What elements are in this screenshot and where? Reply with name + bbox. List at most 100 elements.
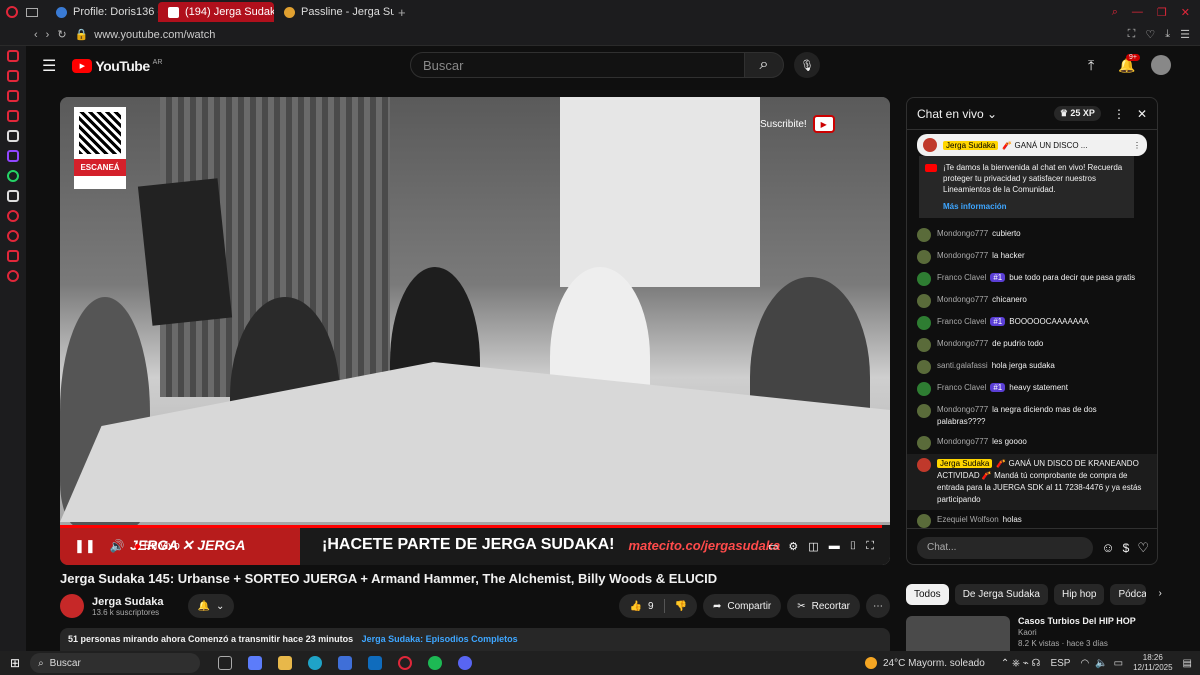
share-button[interactable]: ➦ Compartir bbox=[702, 594, 782, 618]
search-button[interactable]: ⌕ bbox=[744, 52, 784, 78]
xp-badge[interactable]: ♛ 25 XP bbox=[1053, 106, 1101, 121]
menu-icon[interactable]: ☰ bbox=[1180, 28, 1190, 41]
x-icon[interactable] bbox=[7, 190, 19, 202]
discord-icon[interactable] bbox=[458, 656, 473, 670]
avatar[interactable] bbox=[1151, 55, 1171, 75]
tab-youtube[interactable]: (194) Jerga Sudaka 1 bbox=[158, 2, 274, 22]
playlist-link[interactable]: Jerga Sudaka: Episodios Completos bbox=[362, 634, 518, 644]
close-window-icon[interactable]: ✕ bbox=[1181, 6, 1190, 19]
camera-icon[interactable]: ⛶ bbox=[1128, 28, 1136, 41]
player-icon[interactable] bbox=[7, 210, 19, 222]
chat-mode-select[interactable]: Chat en vivo ⌄ bbox=[917, 107, 997, 121]
whatsapp-icon[interactable] bbox=[7, 170, 19, 182]
cast-icon[interactable]: ⌷ bbox=[850, 540, 857, 553]
wifi-icon[interactable]: ◠ bbox=[1080, 658, 1089, 669]
channel-avatar[interactable] bbox=[60, 594, 84, 618]
live-indicator[interactable]: En vivo bbox=[134, 540, 180, 552]
windows-start-icon[interactable]: ⊞ bbox=[10, 656, 20, 670]
more-info-link[interactable]: Más información bbox=[943, 201, 1126, 212]
language-indicator[interactable]: ESP bbox=[1050, 658, 1070, 669]
tiktok-icon[interactable] bbox=[7, 130, 19, 142]
tab-switcher-icon[interactable] bbox=[26, 7, 38, 17]
notification-center-icon[interactable]: ▤ bbox=[1183, 658, 1192, 669]
channel-name[interactable]: Jerga Sudaka bbox=[92, 596, 164, 608]
subscribed-bell-button[interactable]: 🔔 ⌄ bbox=[187, 594, 235, 618]
file-explorer-icon[interactable] bbox=[278, 656, 293, 670]
chat-message[interactable]: Mondongo777 la negra diciendo mas de dos … bbox=[907, 400, 1157, 432]
back-icon[interactable]: ‹ bbox=[34, 29, 38, 41]
bookmark-icon[interactable]: ♡ bbox=[1145, 28, 1155, 41]
captions-icon[interactable]: ▭ bbox=[768, 540, 778, 553]
thumbs-down-icon[interactable]: 👎 bbox=[675, 601, 687, 612]
chat-author[interactable]: Jerga Sudaka bbox=[937, 459, 993, 468]
super-chat-icon[interactable]: $ bbox=[1123, 541, 1130, 555]
more-vert-icon[interactable]: ⋮ bbox=[1113, 107, 1125, 121]
emoji-icon[interactable]: ☺ bbox=[1101, 540, 1114, 555]
chat-author[interactable]: Mondongo777 bbox=[937, 339, 988, 348]
chip-all[interactable]: Todos bbox=[906, 584, 949, 605]
settings-icon[interactable] bbox=[7, 270, 19, 282]
history-icon[interactable] bbox=[7, 230, 19, 242]
store-icon[interactable] bbox=[338, 656, 353, 670]
chat-author[interactable]: Mondongo777 bbox=[937, 437, 988, 446]
minimize-icon[interactable]: — bbox=[1132, 6, 1143, 18]
chat-author[interactable]: Mondongo777 bbox=[937, 251, 988, 260]
chat-message[interactable]: Franco Clavel #1 heavy statement bbox=[907, 378, 1157, 400]
settings-gear-icon[interactable]: ⚙ bbox=[788, 540, 798, 553]
chip-hiphop[interactable]: Hip hop bbox=[1053, 584, 1105, 605]
pause-button[interactable]: ❚❚ bbox=[74, 538, 96, 554]
messenger-icon[interactable] bbox=[7, 90, 19, 102]
chip-channel[interactable]: De Jerga Sudaka bbox=[954, 584, 1048, 605]
hamburger-menu-icon[interactable]: ☰ bbox=[42, 56, 56, 76]
mail-icon[interactable] bbox=[7, 110, 19, 122]
tab-profile[interactable]: Profile: Doris136 - Rate Y bbox=[46, 2, 158, 22]
chat-author[interactable]: santi.galafassi bbox=[937, 361, 988, 370]
url-field[interactable]: www.youtube.com/watch bbox=[94, 29, 215, 41]
chat-author[interactable]: Mondongo777 bbox=[937, 405, 988, 414]
tab-passline[interactable]: Passline - Jerga Sudaka bbox=[274, 2, 394, 22]
tray-icons[interactable]: ⌃ ⎈ ⌁ ☊ bbox=[1001, 658, 1041, 669]
twitch-icon[interactable] bbox=[7, 150, 19, 162]
maximize-icon[interactable]: ❐ bbox=[1157, 6, 1167, 19]
weather-widget[interactable]: 24°C Mayorm. soleado bbox=[883, 658, 985, 669]
progress-bar[interactable] bbox=[60, 525, 882, 528]
chat-author[interactable]: Ezequiel Wolfson bbox=[937, 515, 999, 524]
chat-message[interactable]: Mondongo777 les goooo bbox=[907, 432, 1157, 454]
reload-icon[interactable]: ↻ bbox=[57, 28, 66, 41]
copilot-icon[interactable] bbox=[248, 656, 263, 670]
edge-icon[interactable] bbox=[308, 656, 323, 670]
pinboard-icon[interactable] bbox=[7, 250, 19, 262]
clip-button[interactable]: ✂ Recortar bbox=[787, 594, 860, 618]
spotify-icon[interactable] bbox=[428, 656, 443, 670]
speed-dial-icon[interactable] bbox=[7, 50, 19, 62]
chat-author[interactable]: Franco Clavel bbox=[937, 273, 986, 282]
youtube-logo[interactable]: ▶ YouTube AR bbox=[72, 58, 162, 74]
outlook-icon[interactable] bbox=[368, 656, 383, 670]
subscribe-overlay[interactable]: Suscribite! ▶ bbox=[760, 115, 835, 133]
taskbar-search[interactable]: ⌕ Buscar bbox=[30, 653, 201, 673]
download-icon[interactable]: ⤓ bbox=[1165, 28, 1170, 41]
more-vert-icon[interactable]: ⋮ bbox=[1133, 141, 1141, 150]
more-actions-button[interactable]: ⋯ bbox=[866, 594, 890, 618]
chat-author[interactable]: Mondongo777 bbox=[937, 295, 988, 304]
volume-icon[interactable]: 🔊 bbox=[110, 539, 125, 553]
pinned-message[interactable]: Jerga Sudaka 🧨 GANÁ UN DISCO ... ⋮ bbox=[917, 134, 1147, 156]
new-tab-button[interactable]: + bbox=[398, 5, 406, 20]
chip-podcasts[interactable]: Pódcas bbox=[1110, 584, 1147, 605]
theater-icon[interactable]: ▬ bbox=[829, 540, 840, 552]
search-tabs-icon[interactable]: ⌕ bbox=[1112, 6, 1118, 19]
task-view-icon[interactable] bbox=[218, 656, 233, 670]
chat-message[interactable]: Mondongo777 chicanero bbox=[907, 290, 1157, 312]
chat-message[interactable]: Franco Clavel #1 bue todo para decir que p… bbox=[907, 268, 1157, 290]
chevron-right-icon[interactable]: › bbox=[1152, 584, 1167, 605]
chat-message[interactable]: Franco Clavel #1 BOOOOOCAAAAAAA bbox=[907, 312, 1157, 334]
clock[interactable]: 18:26 12/11/2025 bbox=[1133, 653, 1172, 673]
like-button[interactable]: 👍 9 👎 bbox=[619, 594, 697, 618]
speaker-icon[interactable]: 🔈 bbox=[1095, 658, 1107, 669]
chat-message[interactable]: Mondongo777 de pudrio todo bbox=[907, 334, 1157, 356]
recommended-video[interactable]: Casos Turbios Del HIP HOP Kaori 8.2 K vi… bbox=[906, 616, 1158, 651]
chat-input[interactable]: Chat... bbox=[917, 536, 1094, 559]
forward-icon[interactable]: › bbox=[46, 29, 50, 41]
video-player[interactable]: ESCANEÁ Suscribite! ▶ JERGA ✕ JERGA ¡HAC… bbox=[60, 97, 890, 565]
chat-author[interactable]: Franco Clavel bbox=[937, 383, 986, 392]
